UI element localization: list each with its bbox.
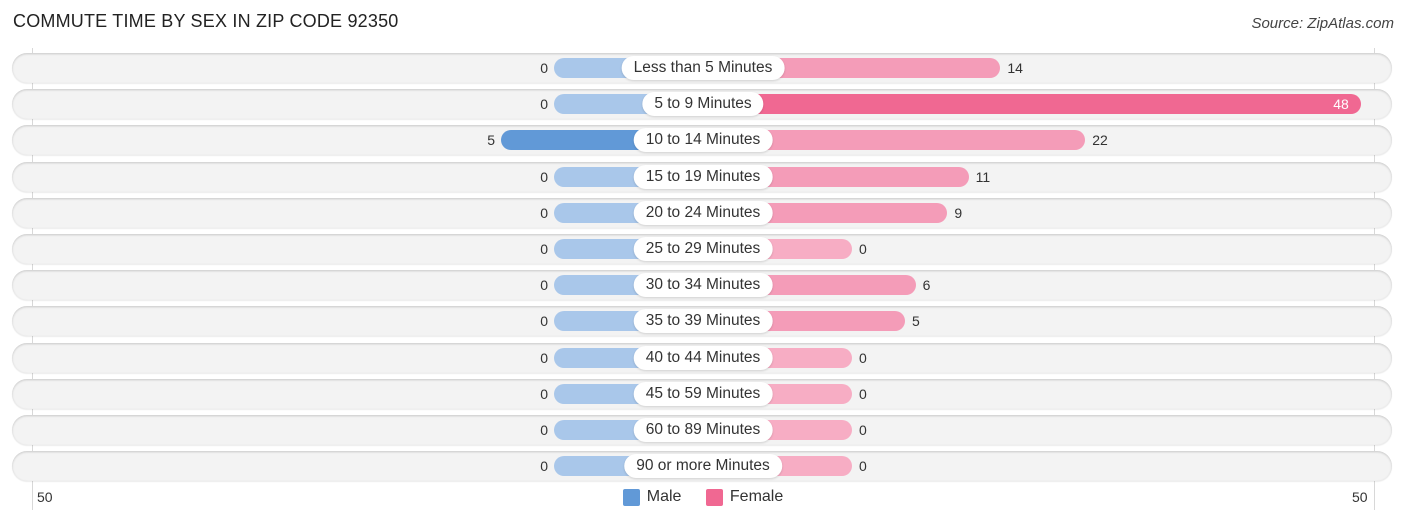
male-value-label: 0 [540, 422, 548, 438]
male-value-label: 0 [540, 168, 548, 185]
male-value-label: 0 [540, 313, 548, 330]
female-value-label: 0 [859, 422, 867, 438]
male-value-label: 5 [487, 132, 495, 149]
female-value-label: 0 [859, 458, 867, 475]
male-value-label: 0 [540, 204, 548, 221]
category-label: 25 to 29 Minutes [633, 237, 773, 261]
female-value-label: 5 [912, 313, 920, 330]
female-value-label: 11 [975, 168, 991, 185]
legend-item-male[interactable]: Male [622, 488, 682, 506]
chart-area: 0 14 Less than 5 Minutes 0 48 5 to 9 Minutes 5… [0, 0, 1406, 523]
female-value-label: 9 [954, 204, 963, 221]
legend-male-label: Male [646, 488, 682, 505]
female-value-label: 0 [859, 385, 867, 402]
male-swatch [622, 488, 640, 506]
category-label: 60 to 89 Minutes [633, 418, 773, 442]
female-value-label: 6 [922, 277, 931, 294]
category-label: Less than 5 Minutes [621, 56, 785, 80]
male-value-label: 0 [540, 349, 548, 366]
female-swatch [705, 488, 723, 506]
category-label: 45 to 59 Minutes [633, 381, 773, 406]
male-value-label: 0 [540, 60, 548, 76]
legend-item-female[interactable]: Female [705, 488, 784, 506]
male-value-label: 0 [540, 385, 548, 402]
category-label: 15 to 19 Minutes [633, 164, 773, 189]
category-label: 40 to 44 Minutes [633, 345, 773, 370]
category-label: 10 to 14 Minutes [633, 128, 773, 153]
female-bar[interactable] [703, 94, 1361, 115]
female-value-label: 0 [859, 241, 867, 257]
female-value-label: 14 [1007, 60, 1023, 76]
female-value-label: 0 [859, 349, 867, 366]
female-value-label: 48 [1333, 96, 1349, 113]
male-value-label: 0 [540, 96, 548, 113]
legend-female-label: Female [729, 488, 784, 505]
category-label: 30 to 34 Minutes [633, 273, 773, 298]
category-label: 5 to 9 Minutes [642, 92, 764, 117]
male-value-label: 0 [540, 458, 548, 475]
category-label: 90 or more Minutes [624, 454, 782, 479]
male-value-label: 0 [540, 241, 548, 257]
legend: Male Female [0, 488, 1406, 511]
female-value-label: 22 [1092, 132, 1108, 149]
category-label: 35 to 39 Minutes [633, 309, 773, 334]
category-label: 20 to 24 Minutes [633, 200, 773, 225]
male-value-label: 0 [540, 277, 548, 294]
